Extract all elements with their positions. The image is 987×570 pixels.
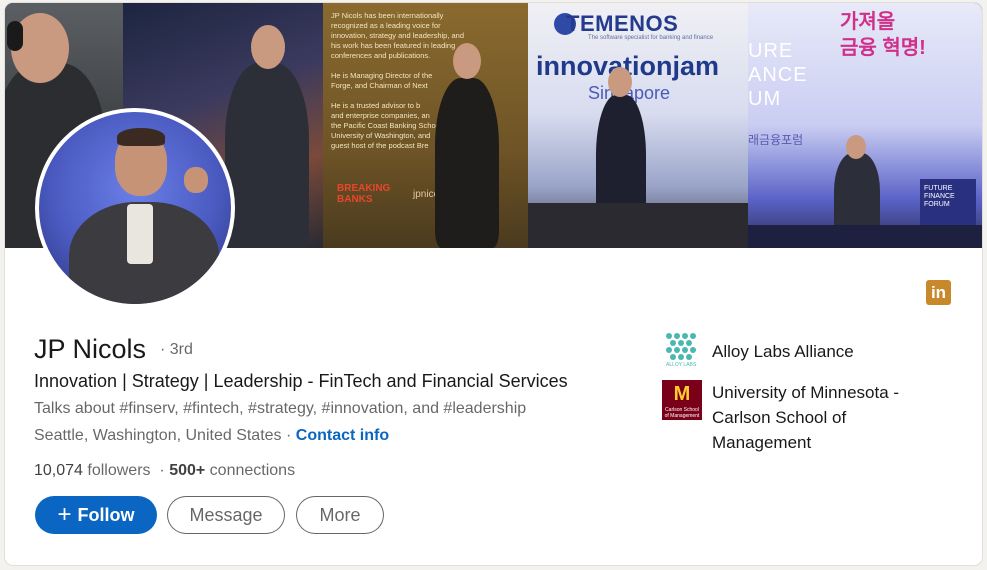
umn-m-icon: M <box>673 383 691 405</box>
breaking-banks-logo: BREAKING BANKS <box>337 183 391 205</box>
banner-photo-3: JP Nicols has been internationally recog… <box>323 3 528 248</box>
connection-degree: · 3rd <box>160 341 193 358</box>
org-name: Alloy Labs Alliance <box>712 342 854 361</box>
avatar-hair <box>117 128 165 146</box>
org-alloy-labs[interactable]: ALLOY LABS Alloy Labs Alliance <box>662 331 932 371</box>
more-button[interactable]: More <box>296 496 384 534</box>
org-umn-carlson[interactable]: M Carlson School of Management Universit… <box>662 380 932 455</box>
location-text: Seattle, Washington, United States <box>34 427 282 444</box>
korean-slide-title: 가져올 금융 혁명! <box>840 11 926 59</box>
followers-count[interactable]: 10,074 <box>34 462 83 479</box>
korean-forum-label: 래금융포럼 <box>748 133 804 147</box>
umn-carlson-logo: M Carlson School of Management <box>662 380 702 420</box>
profile-avatar[interactable] <box>35 108 235 308</box>
plus-icon: + <box>57 501 72 528</box>
follow-label: Follow <box>77 504 135 525</box>
connections-count[interactable]: 500+ <box>169 462 205 479</box>
umn-logo-text: Carlson School of Management <box>664 407 700 419</box>
talks-about: Talks about #finserv, #fintech, #strateg… <box>34 400 527 417</box>
banner-photo-4: TEMENOS The software specialist for bank… <box>528 3 748 248</box>
location-line: Seattle, Washington, United States · Con… <box>34 427 389 445</box>
avatar-shirt <box>127 204 153 264</box>
followers-label: followers <box>82 462 151 479</box>
temenos-logo: TEMENOS <box>566 11 679 36</box>
temenos-tagline: The software specialist for banking and … <box>588 35 714 41</box>
avatar-hand <box>184 167 208 193</box>
profile-name: JP Nicols <box>34 334 147 364</box>
alloy-labs-logo: ALLOY LABS <box>662 331 702 371</box>
profile-card: JP Nicols has been internationally recog… <box>5 3 982 565</box>
connections-separator: · <box>159 462 170 479</box>
contact-info-link[interactable]: Contact info <box>296 427 389 444</box>
forum-banner-text: URE ANCE UM <box>748 40 808 110</box>
alloy-logo-text: ALLOY LABS <box>666 362 697 368</box>
linkedin-icon[interactable]: in <box>926 280 951 305</box>
connections-label: connections <box>205 462 296 479</box>
follow-button[interactable]: + Follow <box>35 496 157 534</box>
profile-stats: 10,074 followers · 500+ connections <box>34 462 295 480</box>
location-separator: · <box>281 427 296 444</box>
banner-photo-5: 가져올 금융 혁명! URE ANCE UM 래금융포럼 FUTURE FINA… <box>748 3 982 248</box>
org-name: University of Minnesota - Carlson School… <box>712 383 900 452</box>
message-button[interactable]: Message <box>167 496 285 534</box>
profile-headline: Innovation | Strategy | Leadership - Fin… <box>34 371 568 391</box>
